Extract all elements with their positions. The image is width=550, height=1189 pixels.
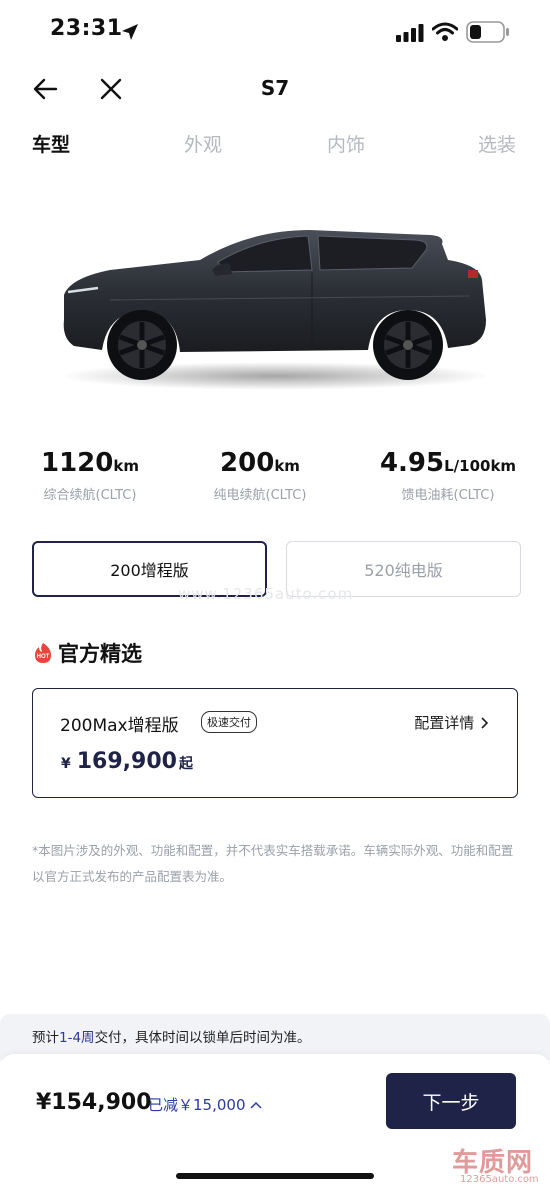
total-price: ¥154,900 [36,1090,152,1115]
next-step-button[interactable]: 下一步 [386,1073,516,1129]
tab-bar: 车型 外观 内饰 选装 [0,130,550,160]
delivery-suffix: 交付，具体时间以锁单后时间为准。 [94,1030,311,1046]
car-image [50,200,500,400]
site-logo-url: 12365auto.com [460,1174,539,1185]
currency-symbol: ¥ [61,756,71,772]
battery-icon [466,21,510,47]
spec-electric-range: 200km 纯电续航(CLTC) [170,448,350,503]
tab-model[interactable]: 车型 [32,130,70,157]
chevron-right-icon [481,717,489,729]
tab-options[interactable]: 选装 [478,130,516,157]
spec-label: 馈电油耗(CLTC) [401,488,495,503]
spec-row: 1120km 综合续航(CLTC) 200km 纯电续航(CLTC) 4.95L… [0,448,550,508]
spec-total-range: 1120km 综合续航(CLTC) [0,448,180,503]
cellular-signal-icon [396,24,424,46]
chevron-up-icon [250,1101,262,1109]
trim-name: 200Max增程版 [60,716,179,736]
location-arrow-icon [120,22,140,46]
section-title: 官方精选 [58,642,142,666]
hot-icon: HOT [32,642,54,664]
home-indicator[interactable] [176,1173,374,1179]
price-amount: 169,900 [76,749,177,774]
status-bar: 23:31 [0,0,550,64]
discount-toggle[interactable]: 已减￥15,000 [148,1094,262,1115]
site-logo-watermark: 车质网 12365auto.com [452,1142,550,1189]
fast-delivery-badge: 极速交付 [201,711,257,733]
spec-unit: km [113,457,139,475]
tab-exterior[interactable]: 外观 [184,130,222,157]
delivery-text: 预计1-4周交付，具体时间以锁单后时间为准。 [32,1026,311,1046]
hot-badge-text: HOT [37,654,50,660]
site-watermark: www.12365auto.com [178,585,354,603]
featured-trim-card[interactable]: 200Max增程版 极速交付 配置详情 ¥169,900 起 [32,688,518,798]
page-title: S7 [260,76,290,100]
delivery-weeks: 1-4周 [59,1030,95,1046]
disclaimer-text: *本图片涉及的外观、功能和配置，并不代表实车搭载承诺。车辆实际外观、功能和配置以… [32,843,514,884]
spec-value: 4.95 [379,448,445,478]
price-suffix: 起 [178,756,193,772]
spec-value: 1120 [41,448,114,478]
spec-label: 综合续航(CLTC) [43,488,137,503]
status-time: 23:31 [50,16,123,41]
spec-label: 纯电续航(CLTC) [213,488,307,503]
delivery-prefix: 预计 [32,1030,59,1046]
spec-unit: km [274,457,300,475]
discount-label: 已减￥15,000 [148,1096,246,1114]
spec-fuel-consumption: 4.95L/100km 馈电油耗(CLTC) [358,448,538,503]
spec-unit: L/100km [444,457,517,475]
wifi-icon [431,22,459,46]
tab-interior[interactable]: 内饰 [327,130,365,157]
config-details-link[interactable]: 配置详情 [414,712,489,733]
spec-value: 200 [220,448,275,478]
config-details-label: 配置详情 [414,714,475,732]
trim-price: ¥169,900 起 [61,749,193,774]
